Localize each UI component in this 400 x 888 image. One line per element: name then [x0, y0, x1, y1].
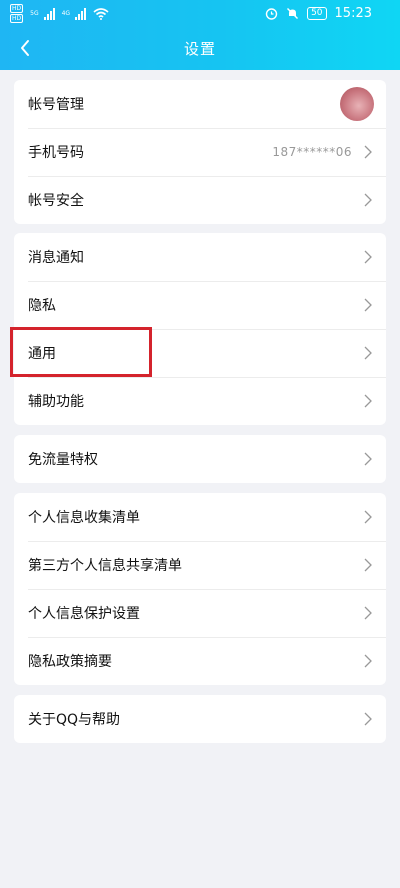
sim-labels: HD HD [10, 4, 24, 23]
chevron-right-icon [364, 452, 372, 466]
row-phone-number[interactable]: 手机号码 187******06 [14, 128, 386, 176]
row-label: 免流量特权 [28, 452, 98, 468]
row-label: 辅助功能 [28, 394, 84, 410]
row-account-management[interactable]: 帐号管理 [14, 80, 386, 128]
chevron-right-icon [364, 193, 372, 207]
row-label: 帐号管理 [28, 97, 84, 113]
battery-icon: 50 [307, 7, 327, 20]
nav-bar: 设置 [0, 30, 400, 68]
chevron-right-icon [364, 558, 372, 572]
chevron-right-icon [364, 654, 372, 668]
row-label: 隐私政策摘要 [28, 654, 112, 670]
row-label: 第三方个人信息共享清单 [28, 558, 182, 574]
settings-group-account: 帐号管理 手机号码 187******06 帐号安全 [14, 80, 386, 224]
chevron-right-icon [364, 510, 372, 524]
chevron-right-icon [364, 145, 372, 159]
row-label: 帐号安全 [28, 193, 84, 209]
chevron-right-icon [364, 606, 372, 620]
highlight-box [10, 327, 152, 377]
row-label: 手机号码 [28, 145, 84, 161]
alarm-icon [265, 8, 278, 20]
chevron-right-icon [364, 346, 372, 360]
wifi-icon [93, 7, 109, 20]
status-bar: HD HD 5G 4G 50 15:23 [0, 0, 400, 28]
sim1-label: HD [10, 4, 24, 13]
signal-icon-2 [75, 7, 87, 20]
row-account-security[interactable]: 帐号安全 [14, 176, 386, 224]
settings-group-personal-info: 个人信息收集清单 第三方个人信息共享清单 个人信息保护设置 隐私政策摘要 [14, 493, 386, 685]
row-accessibility[interactable]: 辅助功能 [14, 377, 386, 425]
sim2-label: HD [10, 14, 24, 23]
row-personal-info-collection[interactable]: 个人信息收集清单 [14, 493, 386, 541]
row-label: 个人信息收集清单 [28, 510, 140, 526]
row-label: 个人信息保护设置 [28, 606, 140, 622]
sim1-network: 5G [30, 10, 39, 17]
chevron-right-icon [364, 298, 372, 312]
settings-group-about: 关于QQ与帮助 [14, 695, 386, 743]
row-privacy[interactable]: 隐私 [14, 281, 386, 329]
row-label: 关于QQ与帮助 [28, 712, 121, 728]
chevron-right-icon [364, 712, 372, 726]
mute-bell-icon [287, 8, 299, 19]
settings-group-data-free: 免流量特权 [14, 435, 386, 483]
signal-icon [43, 7, 55, 20]
page-title: 设置 [183, 40, 216, 58]
row-label: 消息通知 [28, 250, 84, 266]
clock: 15:23 [334, 6, 372, 21]
row-about-qq-help[interactable]: 关于QQ与帮助 [14, 695, 386, 743]
status-right: 50 15:23 [265, 6, 372, 21]
row-personal-info-protection[interactable]: 个人信息保护设置 [14, 589, 386, 637]
row-privacy-policy-summary[interactable]: 隐私政策摘要 [14, 637, 386, 685]
row-label: 隐私 [28, 298, 56, 314]
status-left: HD HD 5G 4G [10, 4, 109, 23]
chevron-right-icon [364, 250, 372, 264]
phone-number-value: 187******06 [272, 145, 352, 159]
avatar[interactable] [340, 87, 374, 121]
chevron-right-icon [364, 394, 372, 408]
row-data-free-privilege[interactable]: 免流量特权 [14, 435, 386, 483]
row-notifications[interactable]: 消息通知 [14, 233, 386, 281]
sim2-network: 4G [61, 10, 71, 17]
row-third-party-sharing[interactable]: 第三方个人信息共享清单 [14, 541, 386, 589]
header: HD HD 5G 4G 50 15:23 设置 [0, 0, 400, 70]
